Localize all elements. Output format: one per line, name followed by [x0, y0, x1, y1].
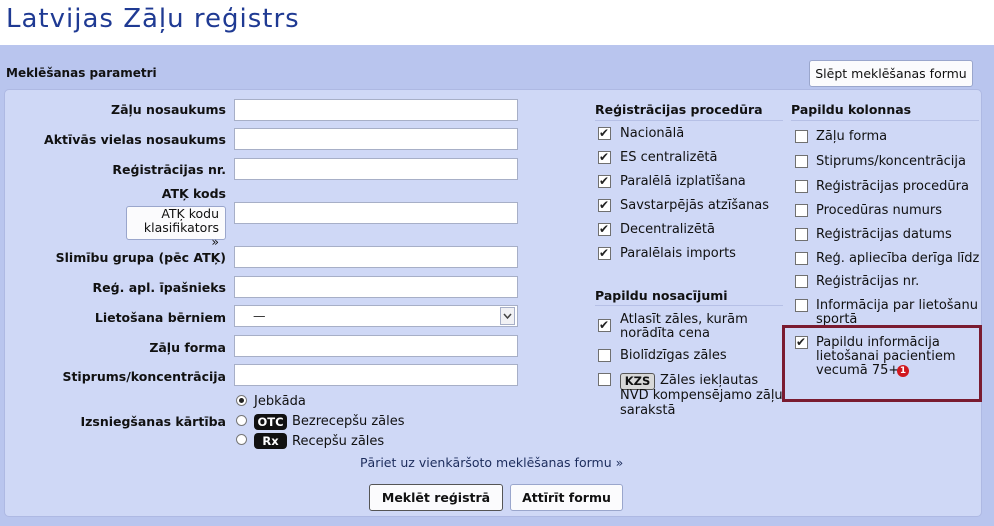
- reg-number-label: Reģistrācijas nr.: [112, 162, 226, 177]
- name-input[interactable]: [234, 99, 518, 121]
- cond-kzs-label-1: Zāles iekļautas: [660, 373, 759, 388]
- col-procedure-label: Reģistrācijas procedūra: [816, 179, 969, 194]
- active-substance-label: Aktīvās vielas nosaukums: [44, 132, 226, 147]
- rx-badge: Rx: [254, 433, 287, 449]
- strength-input[interactable]: [234, 364, 518, 386]
- atk-input[interactable]: [234, 202, 518, 224]
- col-procedure-number-checkbox[interactable]: [795, 204, 808, 217]
- col-reg-number-label: Reģistrācijas nr.: [816, 274, 920, 289]
- name-label: Zāļu nosaukums: [111, 102, 226, 117]
- col-75plus-label-1: Papildu informācija: [816, 335, 940, 350]
- col-75plus-checkbox[interactable]: [795, 334, 808, 350]
- cond-kzs-label-2: NVD kompensējamo zāļu: [620, 388, 783, 403]
- dispensing-label: Izsniegšanas kārtība: [80, 414, 226, 429]
- cond-kzs-checkbox[interactable]: [598, 373, 611, 386]
- col-strength-label: Stiprums/koncentrācija: [816, 154, 967, 169]
- cond-kzs-label-3: sarakstā: [620, 403, 676, 418]
- app-title: Latvijas Zāļu reģistrs: [6, 4, 300, 34]
- proc-parallel-dist-checkbox[interactable]: [598, 173, 611, 189]
- dispensing-rx-label: Recepšu zāles: [292, 434, 385, 449]
- col-sport-checkbox[interactable]: [795, 299, 808, 312]
- holder-label: Reģ. apl. īpašnieks: [92, 280, 226, 295]
- atk-label: ATĶ kods: [161, 186, 226, 201]
- col-reg-date-checkbox[interactable]: [795, 228, 808, 241]
- col-valid-until-checkbox[interactable]: [795, 252, 808, 265]
- proc-parallel-import-checkbox[interactable]: [598, 245, 611, 261]
- col-75plus-label-2: lietošanai pacientiem: [816, 349, 956, 364]
- atk-classifier-button[interactable]: ATĶ kodu klasifikators »: [126, 206, 226, 249]
- col-strength-checkbox[interactable]: [795, 155, 808, 168]
- panel-heading: Meklēšanas parametri: [6, 66, 157, 80]
- otc-badge: OTC: [254, 414, 287, 430]
- form-label: Zāļu forma: [149, 340, 226, 355]
- col-form-label: Zāļu forma: [816, 129, 888, 144]
- registration-procedure-heading: Reģistrācijas procedūra: [595, 102, 763, 117]
- proc-parallel-dist-label: Paralēlā izplatīšana: [620, 174, 746, 189]
- simple-search-link[interactable]: Pāriet uz vienkāršoto meklēšanas formu »: [360, 455, 623, 470]
- dispensing-otc-radio[interactable]: [236, 415, 247, 426]
- extra-conditions-heading: Papildu nosacījumi: [595, 288, 728, 303]
- disease-group-input[interactable]: [234, 246, 518, 268]
- active-substance-input[interactable]: [234, 128, 518, 150]
- children-label: Lietošana bērniem: [94, 310, 226, 325]
- cond-price-label-1: Atlasīt zāles, kurām: [620, 312, 748, 327]
- hide-search-button[interactable]: Slēpt meklēšanas formu: [809, 60, 973, 87]
- reset-form-button[interactable]: Attīrīt formu: [510, 484, 623, 511]
- cond-price-label-2: norādīta cena: [620, 326, 710, 341]
- proc-eu-central-checkbox[interactable]: [598, 149, 611, 165]
- proc-decentral-checkbox[interactable]: [598, 221, 611, 237]
- cond-biosimilar-label: Biolīdzīgas zāles: [620, 348, 727, 363]
- col-valid-until-label: Reģ. apliecība derīga līdz: [816, 251, 980, 266]
- cond-biosimilar-checkbox[interactable]: [598, 349, 611, 362]
- dispensing-rx-radio[interactable]: [236, 434, 247, 445]
- proc-mutual-label: Savstarpējās atzīšanas: [620, 198, 770, 213]
- search-registry-button[interactable]: Meklēt reģistrā: [369, 484, 503, 511]
- col-procedure-checkbox[interactable]: [795, 180, 808, 193]
- reg-number-input[interactable]: [234, 158, 518, 180]
- registration-procedure-divider: [595, 120, 783, 121]
- children-select-value: —: [253, 308, 266, 323]
- disease-group-label: Slimību grupa (pēc ATĶ): [55, 250, 226, 265]
- holder-input[interactable]: [234, 276, 518, 298]
- col-form-checkbox[interactable]: [795, 130, 808, 143]
- proc-national-label: Nacionālā: [620, 126, 685, 141]
- extra-columns-divider: [791, 120, 979, 121]
- extra-columns-heading: Papildu kolonnas: [791, 102, 912, 117]
- dispensing-any-radio[interactable]: [236, 395, 247, 406]
- col-reg-number-checkbox[interactable]: [795, 275, 808, 288]
- extra-conditions-divider: [595, 305, 783, 306]
- proc-parallel-import-label: Paralēlais imports: [620, 246, 736, 261]
- col-procedure-number-label: Procedūras numurs: [816, 203, 942, 218]
- cond-price-checkbox[interactable]: [598, 317, 611, 333]
- col-sport-label-1: Informācija par lietošanu: [816, 298, 979, 313]
- strength-label: Stiprums/koncentrācija: [62, 369, 226, 384]
- proc-mutual-checkbox[interactable]: [598, 197, 611, 213]
- dispensing-any-label: Jebkāda: [254, 394, 306, 409]
- proc-national-checkbox[interactable]: [598, 125, 611, 141]
- col-reg-date-label: Reģistrācijas datums: [816, 227, 952, 242]
- chevron-down-icon[interactable]: [500, 307, 515, 325]
- proc-decentral-label: Decentralizētā: [620, 222, 715, 237]
- col-75plus-label-3: vecumā 75+: [816, 363, 900, 378]
- proc-eu-central-label: ES centralizētā: [620, 150, 718, 165]
- children-select[interactable]: —: [234, 305, 518, 327]
- new-badge: 1: [897, 365, 909, 377]
- form-input[interactable]: [234, 335, 518, 357]
- dispensing-otc-label: Bezrecepšu zāles: [292, 414, 405, 429]
